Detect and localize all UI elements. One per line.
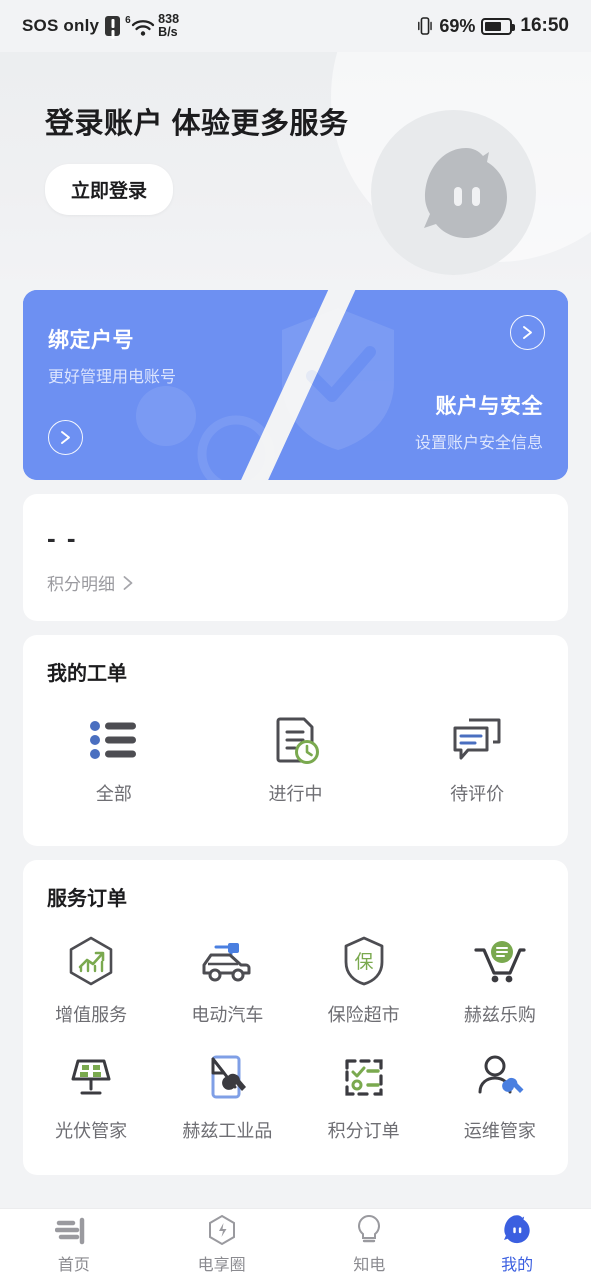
points-value: - - xyxy=(47,523,78,553)
service-orders-grid: 增值服务 电动汽车 保 保险超市 赫兹乐购 光伏管家 赫兹工业品 积分订单 运维… xyxy=(23,911,568,1175)
tab-label: 电享圈 xyxy=(197,1257,246,1274)
svg-text:保: 保 xyxy=(354,951,373,973)
tab-label: 知电 xyxy=(353,1257,386,1274)
tab-home[interactable]: 首页 xyxy=(0,1209,148,1280)
service-item-electric-car[interactable]: 电动汽车 xyxy=(159,925,295,1041)
status-bar: SOS only 6 838 B/s 69% 16:50 xyxy=(0,0,591,52)
bottom-tab-bar: 首页 电享圈 知电 我的 xyxy=(0,1208,591,1280)
account-security-title: 账户与安全 xyxy=(435,395,543,418)
bind-account-text: 绑定户号 更好管理用电账号 xyxy=(48,324,176,387)
tab-dianxiangquan[interactable]: 电享圈 xyxy=(148,1209,296,1280)
service-item-label: 光伏管家 xyxy=(55,1121,128,1141)
work-orders-title: 我的工单 xyxy=(47,663,127,685)
solar-panel-icon xyxy=(64,1051,118,1103)
carrier-label: SOS only xyxy=(22,16,100,35)
tab-zhidian[interactable]: 知电 xyxy=(296,1209,444,1280)
service-orders-card: 服务订单 增值服务 电动汽车 保 保险超市 赫兹乐购 光伏管家 赫兹工业品 积分… xyxy=(23,860,568,1175)
work-orders-grid: 全部 进行中 待评价 xyxy=(23,686,568,846)
vibrate-icon xyxy=(418,17,433,35)
person-wrench-icon xyxy=(474,1051,526,1103)
network-speed-unit: B/s xyxy=(158,25,178,39)
work-order-label: 全部 xyxy=(95,784,132,804)
warning-icon xyxy=(105,16,121,36)
circles-watermark-icon xyxy=(136,386,275,480)
wrench-tag-icon xyxy=(202,1051,252,1103)
mascot-icon xyxy=(500,1214,534,1246)
points-card: - - 积分明细 xyxy=(23,494,568,621)
battery-icon xyxy=(481,17,516,35)
shield-check-watermark-icon xyxy=(281,308,394,450)
battery-percent: 69% xyxy=(439,15,476,36)
clock: 16:50 xyxy=(520,15,569,36)
account-security-text: 账户与安全 设置账户安全信息 xyxy=(415,390,543,453)
page-title: 登录账户 体验更多服务 xyxy=(45,108,349,140)
shopping-cart-icon xyxy=(472,935,528,987)
wifi-generation-label: 6 xyxy=(125,15,131,26)
profile-header: 登录账户 体验更多服务 立即登录 xyxy=(0,52,591,290)
page-scroll-area[interactable]: 登录账户 体验更多服务 立即登录 绑定户号 更好管理用电账号 账户与安全 设置账… xyxy=(0,52,591,1208)
electric-car-icon xyxy=(198,935,256,987)
service-item-label: 赫兹工业品 xyxy=(182,1121,273,1141)
service-item-label: 赫兹乐购 xyxy=(463,1005,536,1025)
service-item-maintenance[interactable]: 运维管家 xyxy=(432,1041,568,1157)
lightbulb-icon xyxy=(355,1214,383,1246)
account-security-subtitle: 设置账户安全信息 xyxy=(414,435,543,452)
work-order-label: 进行中 xyxy=(268,784,323,804)
home-bars-icon xyxy=(54,1214,93,1246)
bind-account-title: 绑定户号 xyxy=(48,329,134,352)
network-speed: 838 B/s xyxy=(158,13,179,39)
points-detail-label: 积分明细 xyxy=(47,575,115,594)
document-clock-icon xyxy=(272,714,320,766)
work-orders-card: 我的工单 全部 进行中 待评价 xyxy=(23,635,568,846)
service-item-solar[interactable]: 光伏管家 xyxy=(23,1041,159,1157)
service-item-value-added[interactable]: 增值服务 xyxy=(23,925,159,1041)
status-bar-right: 69% 16:50 xyxy=(417,15,569,37)
checklist-icon xyxy=(339,1051,389,1103)
service-item-label: 增值服务 xyxy=(55,1005,128,1025)
login-button[interactable]: 立即登录 xyxy=(45,164,174,215)
service-item-label: 积分订单 xyxy=(327,1121,400,1141)
service-item-points-order[interactable]: 积分订单 xyxy=(296,1041,432,1157)
hexagon-bolt-icon xyxy=(207,1214,237,1246)
service-orders-title: 服务订单 xyxy=(47,888,127,910)
points-detail-link[interactable]: 积分明细 xyxy=(47,570,544,595)
chat-bubbles-icon xyxy=(451,714,503,766)
service-item-label: 电动汽车 xyxy=(191,1005,264,1025)
tab-mine[interactable]: 我的 xyxy=(443,1209,591,1280)
shield-insurance-icon: 保 xyxy=(341,935,387,987)
account-actions-card: 绑定户号 更好管理用电账号 账户与安全 设置账户安全信息 xyxy=(23,290,568,480)
work-order-item-in-progress[interactable]: 进行中 xyxy=(205,704,387,820)
service-item-label: 运维管家 xyxy=(463,1121,536,1141)
service-item-industrial-goods[interactable]: 赫兹工业品 xyxy=(159,1041,295,1157)
list-icon xyxy=(89,714,139,766)
network-speed-value: 838 xyxy=(158,12,180,26)
tab-label: 我的 xyxy=(501,1257,534,1274)
bind-account-arrow-icon[interactable] xyxy=(48,420,83,455)
status-bar-left: SOS only 6 838 B/s xyxy=(22,13,179,39)
service-item-insurance[interactable]: 保 保险超市 xyxy=(296,925,432,1041)
tab-label: 首页 xyxy=(57,1257,90,1274)
work-order-label: 待评价 xyxy=(450,784,505,804)
work-order-item-pending-review[interactable]: 待评价 xyxy=(386,704,568,820)
wifi-icon: 6 xyxy=(125,15,155,37)
hexagon-chart-icon xyxy=(66,935,116,987)
service-item-label: 保险超市 xyxy=(327,1005,400,1025)
account-security-arrow-icon[interactable] xyxy=(510,315,545,350)
work-order-item-all[interactable]: 全部 xyxy=(23,704,205,820)
chevron-right-icon xyxy=(123,575,133,590)
service-item-hertz-shop[interactable]: 赫兹乐购 xyxy=(432,925,568,1041)
bind-account-subtitle: 更好管理用电账号 xyxy=(48,369,177,386)
mascot-avatar-icon xyxy=(424,148,507,238)
